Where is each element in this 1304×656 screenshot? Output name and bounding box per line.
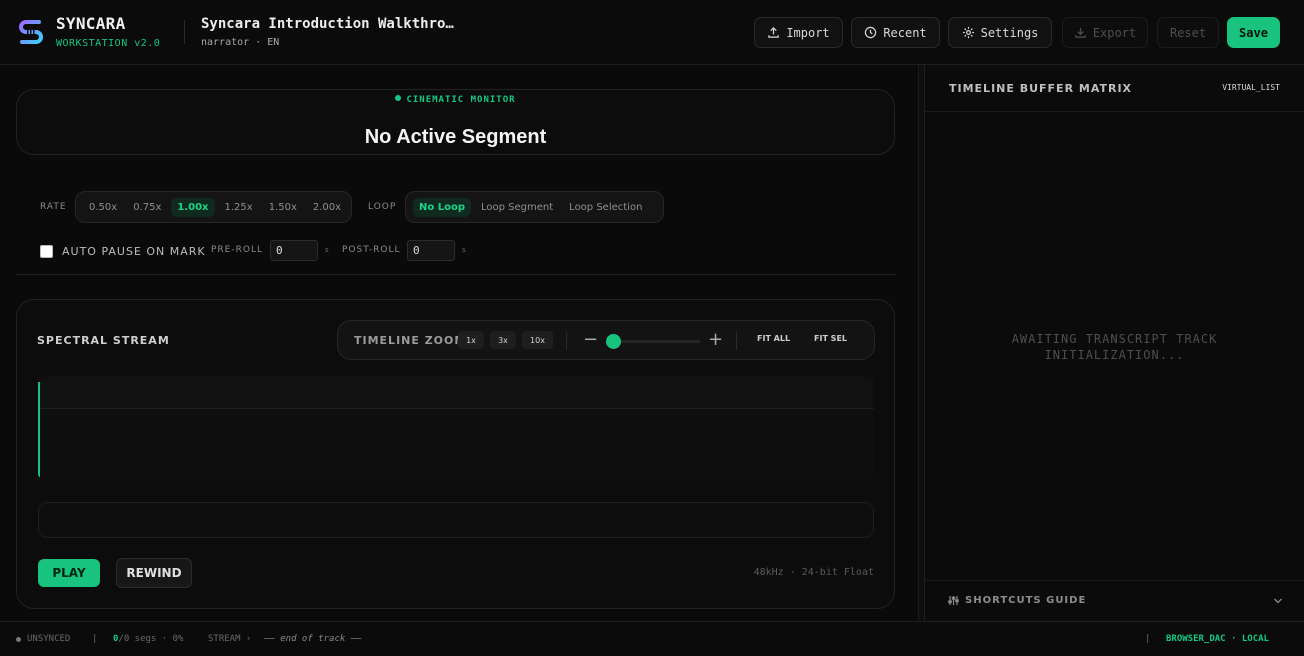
zoom-out-button[interactable]: − [583, 329, 598, 350]
empty-line-1: AWAITING TRANSCRIPT TRACK [1011, 332, 1218, 346]
rate-option[interactable]: 1.00x [171, 197, 215, 217]
empty-line-2: INITIALIZATION... [1044, 348, 1185, 362]
postroll-label: POST-ROLL [342, 245, 401, 255]
import-label: Import [786, 25, 830, 40]
zoom-slider-track[interactable] [608, 340, 700, 343]
auto-pause-checkbox[interactable] [40, 245, 53, 258]
settings-label: Settings [980, 25, 1039, 40]
download-icon [1075, 27, 1086, 38]
rate-option[interactable]: 0.75x [127, 198, 167, 217]
zoom-in-button[interactable]: + [708, 329, 723, 350]
overview-strip[interactable] [38, 502, 874, 538]
fit-selection-button[interactable]: FIT SEL [814, 334, 847, 343]
preroll-input[interactable]: 0 [270, 240, 318, 261]
loop-option[interactable]: Loop Segment [475, 198, 559, 217]
postroll-input[interactable]: 0 [407, 240, 455, 261]
buffer-title: TIMELINE BUFFER MATRIX [949, 82, 1133, 95]
rate-option[interactable]: 0.50x [83, 198, 123, 217]
spectral-title: SPECTRAL STREAM [37, 334, 170, 347]
brand-name: SYNCARA [56, 14, 126, 33]
clock-icon [865, 26, 877, 39]
settings-button[interactable]: Settings [948, 17, 1052, 48]
brand: SYNCARA WORKSTATION v2.0 [56, 14, 160, 49]
stream-track: —— end of track —— [264, 634, 362, 644]
rate-label: RATE [40, 202, 67, 212]
chevron-down-icon [1274, 598, 1282, 604]
shortcuts-guide-toggle[interactable]: SHORTCUTS GUIDE [925, 580, 1304, 621]
import-button[interactable]: Import [754, 17, 843, 48]
reset-button[interactable]: Reset [1157, 17, 1219, 48]
zoom-separator [736, 332, 737, 350]
buffer-tag: VIRTUAL_LIST [1222, 83, 1280, 92]
zoom-label: TIMELINE ZOOM [354, 334, 467, 347]
zoom-3x-button[interactable]: 3x [490, 331, 516, 349]
brand-version: WORKSTATION v2.0 [56, 38, 161, 49]
cinematic-monitor: CINEMATIC MONITOR No Active Segment [16, 89, 895, 155]
app-header: SYNCARA WORKSTATION v2.0 Syncara Introdu… [0, 0, 1304, 65]
loop-option[interactable]: Loop Selection [563, 198, 648, 217]
export-button[interactable]: Export [1062, 17, 1148, 48]
zoom-slider-thumb[interactable] [606, 334, 621, 349]
sliders-icon [948, 596, 959, 605]
status-separator: | [1145, 634, 1151, 644]
postroll-unit: s [462, 246, 466, 254]
rate-option[interactable]: 1.25x [219, 198, 259, 217]
section-divider [16, 274, 896, 275]
syncara-logo-icon [19, 20, 43, 44]
editor-pane: CINEMATIC MONITOR No Active Segment RATE… [0, 65, 918, 621]
status-bar: UNSYNCED | 0/0 segs · 0% STREAM › —— end… [0, 621, 1304, 656]
buffer-header: TIMELINE BUFFER MATRIX VIRTUAL_LIST [925, 65, 1304, 112]
waveform-view[interactable] [38, 376, 874, 481]
rewind-button[interactable]: REWIND [116, 558, 192, 588]
loop-label: LOOP [368, 202, 397, 212]
segment-progress: 0/0 segs · 0% [113, 634, 183, 644]
zoom-10x-button[interactable]: 10x [522, 331, 553, 349]
auto-pause-label: AUTO PAUSE ON MARK [62, 245, 206, 258]
segment-summary: /0 segs · 0% [118, 634, 184, 644]
sync-status: UNSYNCED [27, 634, 71, 644]
gear-icon [962, 26, 974, 39]
loop-selector: No Loop Loop Segment Loop Selection [405, 191, 664, 223]
recent-label: Recent [883, 25, 927, 40]
project-title: Syncara Introduction Walkthro… [201, 16, 454, 32]
status-separator: | [92, 634, 98, 644]
preroll-label: PRE-ROLL [211, 245, 263, 255]
stream-label: STREAM › [208, 634, 252, 644]
sync-status-dot-icon [16, 637, 21, 642]
shortcuts-label: SHORTCUTS GUIDE [965, 595, 1087, 606]
preroll-unit: s [325, 246, 329, 254]
reset-label: Reset [1169, 25, 1207, 40]
live-dot-icon [395, 95, 402, 101]
export-label: Export [1092, 25, 1137, 40]
waveform-ruler [38, 376, 874, 409]
monitor-title: No Active Segment [364, 126, 547, 148]
audio-format: 48kHz · 24-bit Float [753, 567, 874, 578]
play-button[interactable]: PLAY [38, 559, 100, 587]
recent-button[interactable]: Recent [851, 17, 940, 48]
spectral-stream-panel: SPECTRAL STREAM TIMELINE ZOOM 1x 3x 10x … [16, 299, 895, 609]
header-divider [184, 20, 185, 44]
buffer-empty-state: AWAITING TRANSCRIPT TRACK INITIALIZATION… [925, 331, 1304, 363]
upload-icon [768, 27, 780, 38]
project-subtitle: narrator · EN [201, 37, 280, 48]
monitor-label-text: CINEMATIC MONITOR [406, 95, 516, 105]
project-info: Syncara Introduction Walkthro… narrator … [201, 16, 454, 48]
save-label: Save [1239, 25, 1268, 40]
audio-engine: BROWSER_DAC · LOCAL [1166, 634, 1269, 644]
fit-all-button[interactable]: FIT ALL [757, 334, 790, 343]
rate-selector: 0.50x 0.75x 1.00x 1.25x 1.50x 2.00x [75, 191, 352, 223]
zoom-separator [566, 332, 567, 350]
save-button[interactable]: Save [1227, 17, 1280, 48]
zoom-1x-button[interactable]: 1x [458, 331, 484, 349]
monitor-label: CINEMATIC MONITOR [17, 95, 894, 105]
rate-option[interactable]: 1.50x [263, 198, 303, 217]
rate-option[interactable]: 2.00x [307, 198, 347, 217]
playhead[interactable] [38, 382, 40, 477]
timeline-buffer-pane: TIMELINE BUFFER MATRIX VIRTUAL_LIST AWAI… [924, 65, 1304, 621]
loop-option[interactable]: No Loop [413, 197, 471, 217]
timeline-zoom-bar: TIMELINE ZOOM 1x 3x 10x − + FIT ALL FIT … [337, 320, 875, 360]
